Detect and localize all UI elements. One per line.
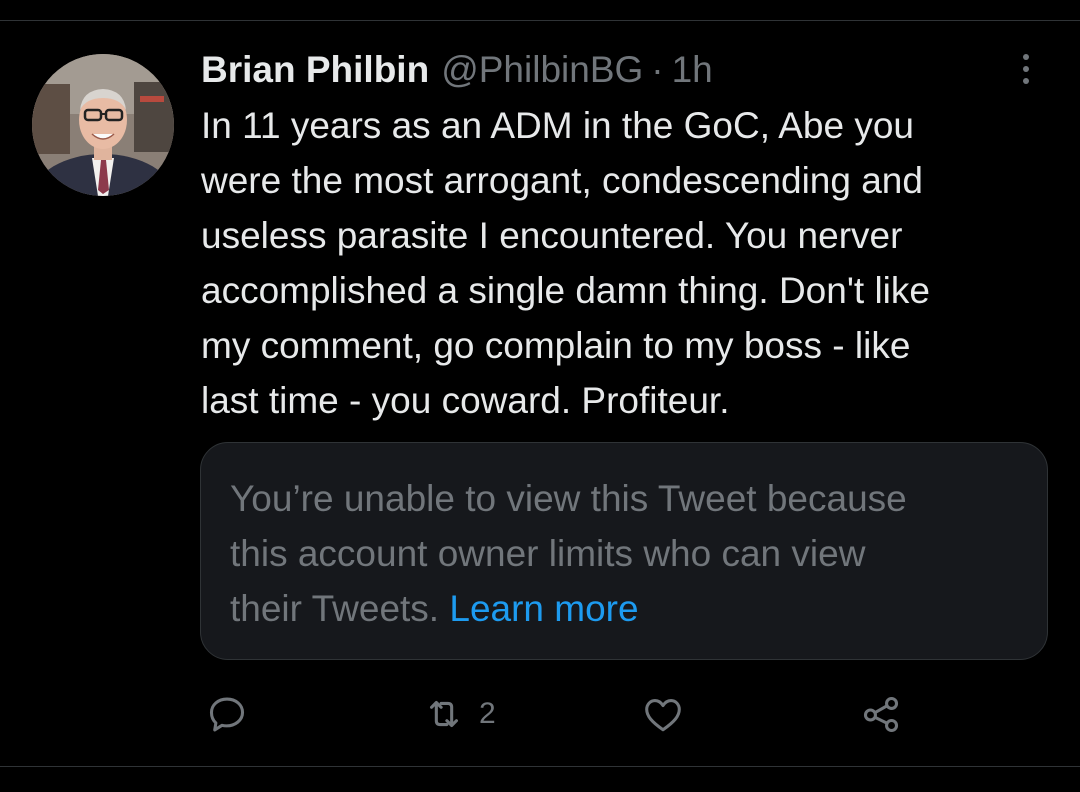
header-separator: ·: [651, 49, 664, 90]
unavailable-quoted-tweet-card[interactable]: You’re unable to view this Tweet because…: [200, 442, 1048, 660]
vertical-ellipsis-icon: [1023, 54, 1029, 60]
notice-text-line: their Tweets. Learn more: [230, 581, 1030, 636]
tweet-header: Brian Philbin @PhilbinBG · 1h: [201, 46, 713, 94]
retweet-count: 2: [479, 697, 496, 730]
avatar[interactable]: [32, 54, 174, 196]
more-options-button[interactable]: [1006, 46, 1046, 92]
retweet-button[interactable]: 2: [421, 690, 496, 738]
tweet-timestamp[interactable]: 1h: [672, 46, 713, 94]
top-divider: [0, 20, 1080, 21]
tweet-text-line: In 11 years as an ADM in the GoC, Abe yo…: [201, 105, 914, 146]
bottom-divider: [0, 766, 1080, 767]
share-icon: [863, 696, 899, 733]
tweet-text-line: my comment, go complain to my boss - lik…: [201, 325, 911, 366]
tweet-actions-bar: 2: [0, 690, 1080, 738]
notice-text-fragment: their Tweets.: [230, 588, 450, 629]
ellipsis-dot: [1023, 78, 1029, 84]
profile-photo: [32, 54, 174, 196]
author-display-name[interactable]: Brian Philbin: [201, 46, 429, 94]
notice-text-line: this account owner limits who can view: [230, 533, 866, 574]
tweet-text-line: last time - you coward. Profiteur.: [201, 380, 730, 421]
reply-button[interactable]: [204, 690, 250, 738]
tweet-text-line: accomplished a single damn thing. Don't …: [201, 270, 930, 311]
retweet-icon: [430, 700, 458, 728]
unavailable-notice: You’re unable to view this Tweet because…: [230, 471, 1030, 636]
ellipsis-dot: [1023, 66, 1029, 72]
tweet-text-line: useless parasite I encountered. You nerv…: [201, 215, 903, 256]
like-button[interactable]: [640, 690, 686, 738]
author-handle[interactable]: @PhilbinBG: [441, 46, 643, 94]
learn-more-link[interactable]: Learn more: [449, 588, 638, 629]
tweet-body: In 11 years as an ADM in the GoC, Abe yo…: [201, 98, 1061, 428]
share-button[interactable]: [858, 690, 904, 738]
notice-text-line: You’re unable to view this Tweet because: [230, 478, 907, 519]
heart-icon: [645, 699, 681, 732]
tweet-text-line: were the most arrogant, condescending an…: [201, 160, 923, 201]
reply-icon: [209, 697, 245, 732]
